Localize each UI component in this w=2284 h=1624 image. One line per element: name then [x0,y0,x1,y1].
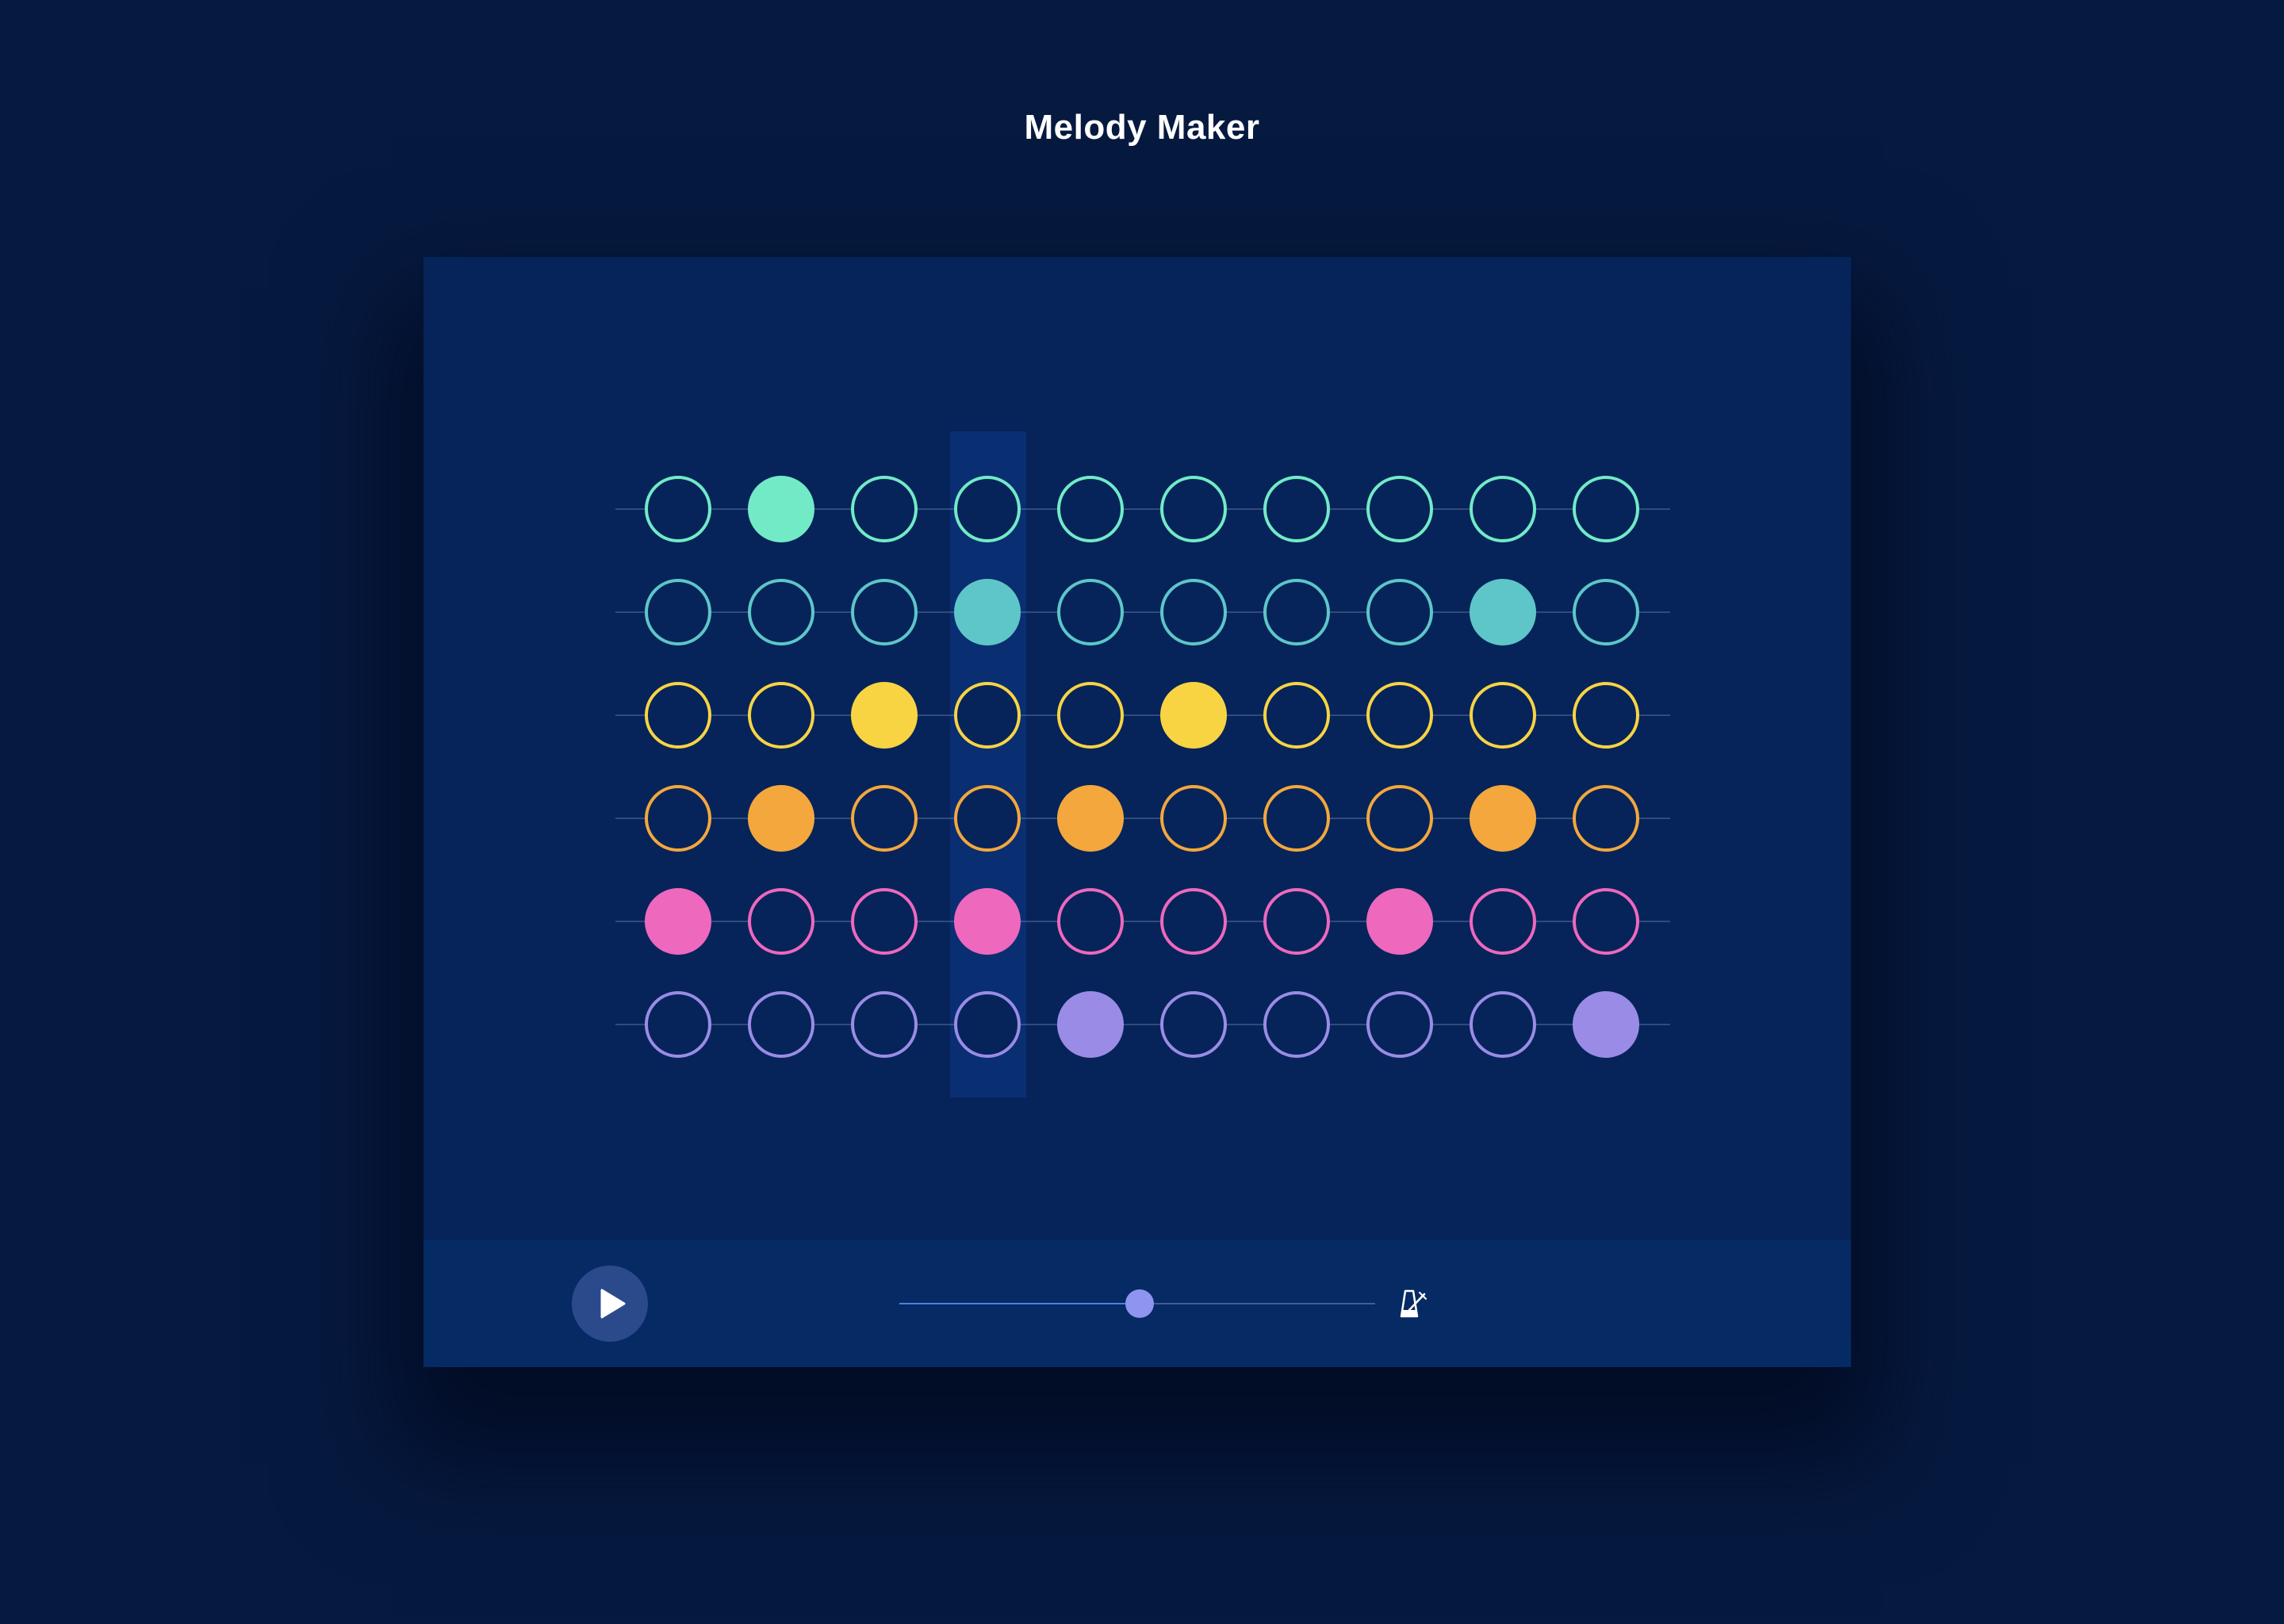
note-cell[interactable] [1470,682,1536,749]
note-cell[interactable] [954,476,1021,542]
note-cell[interactable] [1057,476,1124,542]
note-cell[interactable] [1263,682,1330,749]
note-cell[interactable] [1573,579,1639,645]
note-cell[interactable] [645,476,711,542]
note-cell[interactable] [954,991,1021,1058]
page: Melody Maker [0,0,2284,1624]
tempo-slider-thumb[interactable] [1125,1289,1154,1318]
note-cell[interactable] [1366,682,1433,749]
note-cell[interactable] [748,682,814,749]
note-cell[interactable] [851,888,918,955]
note-cell[interactable] [1160,785,1227,852]
grid-row-3 [615,680,1670,750]
grid-row-1 [615,474,1670,544]
note-cell[interactable] [1470,888,1536,955]
note-cell[interactable] [1573,888,1639,955]
note-cell[interactable] [851,991,918,1058]
note-cell[interactable] [748,888,814,955]
metronome-icon[interactable] [1397,1286,1429,1321]
note-cell-active[interactable] [851,682,918,749]
note-cell[interactable] [1263,888,1330,955]
melody-maker-panel [423,257,1851,1367]
note-cell-active[interactable] [748,476,814,542]
tempo-slider[interactable] [899,1289,1375,1318]
note-grid [423,257,1851,1240]
note-cell[interactable] [1573,785,1639,852]
play-button[interactable] [572,1266,648,1342]
note-cell-active[interactable] [748,785,814,852]
note-cell[interactable] [1366,476,1433,542]
note-cell[interactable] [1263,785,1330,852]
note-cell-active[interactable] [954,579,1021,645]
app-title: Melody Maker [1024,108,1260,147]
note-cell[interactable] [1160,888,1227,955]
tempo-slider-fill [899,1303,1140,1304]
note-cell[interactable] [1263,476,1330,542]
note-cell[interactable] [1263,579,1330,645]
control-bar [423,1240,1851,1367]
note-cell[interactable] [851,785,918,852]
note-cell[interactable] [645,785,711,852]
note-cell[interactable] [851,579,918,645]
play-icon [600,1289,626,1319]
note-cell[interactable] [1366,579,1433,645]
note-cell-active[interactable] [1573,991,1639,1058]
note-cell[interactable] [1160,579,1227,645]
note-cell[interactable] [954,785,1021,852]
note-cell[interactable] [851,476,918,542]
grid-row-4 [615,783,1670,853]
note-cell[interactable] [1366,991,1433,1058]
note-cell[interactable] [1263,991,1330,1058]
note-cell[interactable] [1160,476,1227,542]
note-cell[interactable] [1366,785,1433,852]
note-cell[interactable] [1573,682,1639,749]
note-cell-active[interactable] [954,888,1021,955]
note-cell-active[interactable] [1366,888,1433,955]
note-cell-active[interactable] [1470,785,1536,852]
note-cell[interactable] [1057,579,1124,645]
note-cell[interactable] [1057,888,1124,955]
note-cell-active[interactable] [1057,991,1124,1058]
note-cell[interactable] [645,991,711,1058]
note-cell-active[interactable] [645,888,711,955]
grid-row-5 [615,887,1670,956]
note-cell[interactable] [1470,991,1536,1058]
note-cell[interactable] [748,991,814,1058]
note-cell-active[interactable] [1057,785,1124,852]
note-cell[interactable] [748,579,814,645]
note-cell[interactable] [1160,991,1227,1058]
note-cell[interactable] [645,682,711,749]
note-cell[interactable] [645,579,711,645]
grid-row-2 [615,577,1670,647]
note-cell[interactable] [1057,682,1124,749]
note-cell-active[interactable] [1470,579,1536,645]
note-cell-active[interactable] [1160,682,1227,749]
note-cell[interactable] [1573,476,1639,542]
note-cell[interactable] [1470,476,1536,542]
grid-row-6 [615,990,1670,1059]
note-cell[interactable] [954,682,1021,749]
